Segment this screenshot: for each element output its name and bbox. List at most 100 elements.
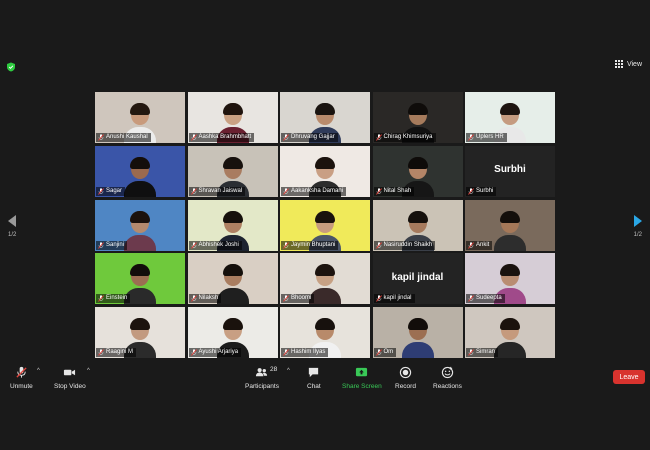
participant-name: Dhruvang Gajjar <box>291 134 335 140</box>
participant-name: Nilaksh <box>198 295 219 302</box>
reactions-label: Reactions <box>433 383 462 390</box>
record-button[interactable]: Record <box>395 366 416 390</box>
participant-name-label: Sagar <box>96 186 126 196</box>
right-page-indicator: 1/2 <box>633 232 642 238</box>
participant-name-label: kapil jindal <box>373 294 415 304</box>
chat-button[interactable]: Chat <box>307 366 321 390</box>
participant-tile[interactable]: Abhishek Joshi <box>187 199 278 251</box>
next-page-button[interactable]: 1/2 <box>634 215 642 238</box>
muted-microphone-icon <box>375 188 382 195</box>
audio-options-caret[interactable]: ^ <box>37 368 40 374</box>
chat-label: Chat <box>307 383 321 390</box>
unmute-label: Unmute <box>10 383 33 390</box>
participant-name: Nital Shah <box>383 187 412 194</box>
participant-tile[interactable]: Aashka Brahmbhatt <box>187 92 278 143</box>
participant-name-label: Jaymin Bhuptani <box>281 240 339 250</box>
participant-tile[interactable]: Ayushi Arjariya <box>187 307 278 358</box>
participant-tile[interactable]: Nilaksh <box>187 253 278 305</box>
participant-name-label: Sudeepta <box>466 294 505 304</box>
participant-name-label: Simran <box>466 348 499 357</box>
participant-tile[interactable]: Om <box>372 307 463 358</box>
participant-name: Sanjini <box>106 241 125 248</box>
stop-video-button[interactable]: Stop Video <box>54 366 86 390</box>
participant-name: Anushi Kaushal <box>106 134 148 140</box>
participant-tile[interactable]: Anushi Kaushal <box>95 92 185 143</box>
previous-page-button[interactable]: 1/2 <box>8 215 16 238</box>
participant-tile[interactable]: Sagar <box>95 145 185 197</box>
participant-name: Aakanksha Damani <box>291 187 344 194</box>
muted-microphone-icon <box>375 134 382 141</box>
participant-tile[interactable]: Bhoomi <box>280 253 370 305</box>
view-button[interactable]: View <box>614 60 642 68</box>
meeting-toolbar: Unmute ^ Stop Video ^ Participants 28 ^ … <box>0 360 650 398</box>
participant-name: Chirag Khimsuriya <box>383 134 433 140</box>
muted-microphone-icon <box>468 188 474 195</box>
participant-video <box>124 210 156 251</box>
participant-tile[interactable]: Nital Shah <box>372 145 463 197</box>
reactions-smiley-icon <box>441 366 454 379</box>
right-arrow-icon <box>633 215 642 227</box>
participant-tile[interactable]: Simran <box>465 307 555 358</box>
participants-icon <box>256 368 268 377</box>
participant-name: Simran <box>476 349 496 355</box>
share-screen-button[interactable]: Share Screen <box>342 366 382 390</box>
participant-tile[interactable]: Ankit <box>465 199 555 251</box>
participant-name: Abhishek Joshi <box>198 241 239 248</box>
participant-name-label: Om <box>373 348 397 357</box>
muted-microphone-icon <box>468 295 474 302</box>
participant-name: Hashim Ilyas <box>291 349 326 355</box>
participant-name-label: Anushi Kaushal <box>96 133 151 142</box>
participant-tile[interactable]: Sanjini <box>95 199 185 251</box>
participant-name-label: Ayushi Arjariya <box>188 348 242 357</box>
muted-microphone-icon <box>190 134 197 141</box>
reactions-button[interactable]: Reactions <box>433 366 462 390</box>
unmute-button[interactable]: Unmute <box>10 366 33 390</box>
muted-microphone-icon <box>283 295 289 302</box>
participant-tile[interactable]: Uplers HR <box>465 92 555 143</box>
left-arrow-icon <box>8 215 17 227</box>
participant-tile[interactable]: Shravan Jaiswal <box>187 145 278 197</box>
participant-name-label: Dhruvang Gajjar <box>281 133 338 142</box>
muted-microphone-icon <box>190 349 197 356</box>
participant-name: Shravan Jaiswal <box>198 187 243 194</box>
leave-button[interactable]: Leave <box>613 370 645 384</box>
share-screen-label: Share Screen <box>342 383 382 390</box>
participant-name: Jaymin Bhuptani <box>291 241 336 248</box>
participant-tile[interactable]: Sudeepta <box>465 253 555 305</box>
participant-tile[interactable]: Raagini M <box>95 307 185 358</box>
participant-name-label: Nasiruddin Shaikh <box>373 240 436 250</box>
participant-name: Surbhi <box>476 187 494 194</box>
participant-tile[interactable]: Einstein <box>95 253 185 305</box>
view-label: View <box>626 60 642 68</box>
muted-microphone-icon <box>190 241 197 249</box>
participant-tile[interactable]: Nasiruddin Shaikh <box>372 199 463 251</box>
participant-tile[interactable]: Jaymin Bhuptani <box>280 199 370 251</box>
participant-name-label: Raagini M <box>96 348 137 357</box>
record-icon <box>399 366 412 379</box>
video-options-caret[interactable]: ^ <box>87 368 90 374</box>
participant-name-label: Surbhi <box>466 186 497 196</box>
muted-microphone-icon <box>190 295 197 302</box>
muted-microphone-icon <box>98 188 104 195</box>
security-shield-icon[interactable] <box>6 62 16 72</box>
participant-name: Om <box>383 349 394 355</box>
video-camera-icon <box>64 369 76 376</box>
participant-tile[interactable]: kapil jindal kapil jindal <box>372 253 463 305</box>
participant-tile[interactable]: Hashim Ilyas <box>280 307 370 358</box>
participant-display-name: kapil jindal <box>391 271 444 283</box>
participant-tile[interactable]: Aakanksha Damani <box>280 145 370 197</box>
participant-name-label: Bhoomi <box>281 294 315 304</box>
participant-name-label: Sanjini <box>96 240 128 250</box>
participant-tile[interactable]: Surbhi Surbhi <box>465 145 555 197</box>
participant-video <box>494 210 526 251</box>
participant-name-label: Chirag Khimsuriya <box>373 133 436 142</box>
participant-count: 28 <box>270 366 278 373</box>
muted-microphone-icon <box>98 295 104 302</box>
participant-tile[interactable]: Chirag Khimsuriya <box>372 92 463 143</box>
participants-options-caret[interactable]: ^ <box>287 368 290 374</box>
muted-microphone-icon <box>98 349 104 356</box>
stop-video-label: Stop Video <box>54 383 86 390</box>
participant-tile[interactable]: Dhruvang Gajjar <box>280 92 370 143</box>
participant-name: kapil jindal <box>383 295 412 302</box>
participant-name-label: Einstein <box>96 294 131 304</box>
